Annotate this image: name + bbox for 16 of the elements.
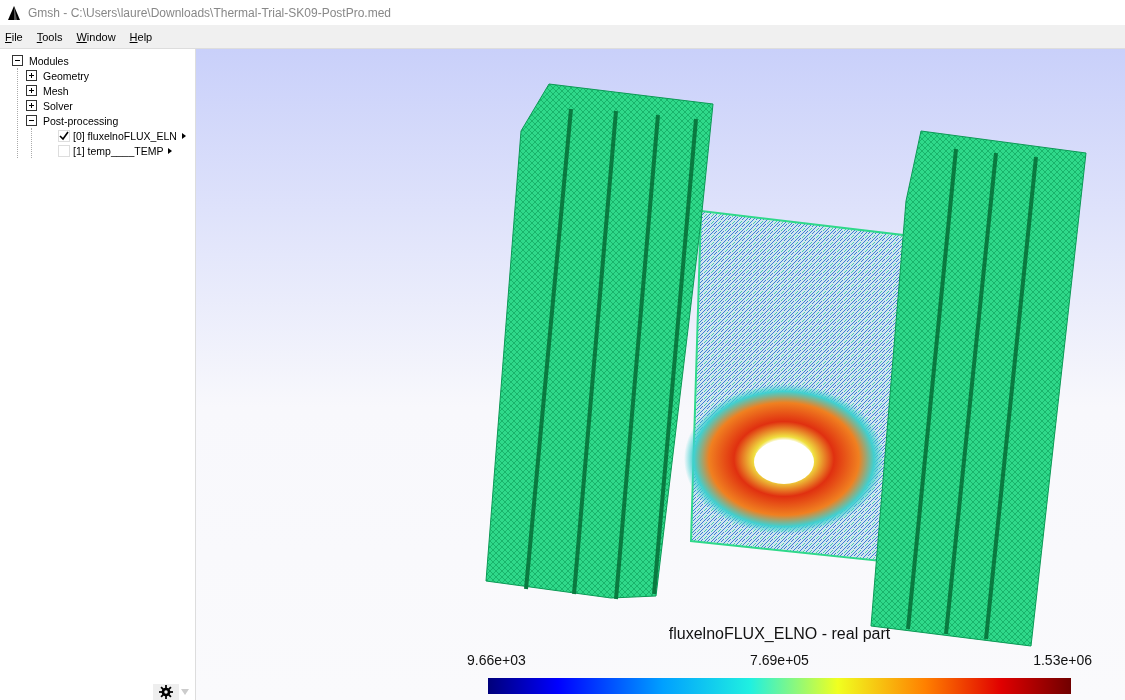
view-item[interactable]: [0] fluxelnoFLUX_ELN (73, 129, 177, 142)
tree-item[interactable]: Mesh (43, 84, 69, 97)
menu-item[interactable]: File (5, 30, 23, 43)
tree-item[interactable]: Solver (43, 99, 73, 112)
colorbar-min-label: 9.66e+03 (467, 652, 526, 668)
colorbar-title: fluxelnoFLUX_ELNO - real part (668, 625, 891, 643)
menu-item[interactable]: Tools (36, 30, 63, 43)
menu-item[interactable]: Help (129, 30, 153, 43)
tree-item[interactable]: Geometry (43, 69, 90, 82)
tree-item[interactable]: Post-processing (43, 114, 119, 127)
tree-item[interactable]: Modules (29, 54, 69, 67)
menu-item[interactable]: Window (76, 30, 116, 43)
colorbar-max-label: 1.53e+06 (1033, 652, 1092, 668)
colorbar-mid-label: 7.69e+05 (750, 652, 809, 668)
window-title: Gmsh - C:\Users\laure\Downloads\Thermal-Trial-SK09-PostPro.med (28, 5, 391, 20)
view-item[interactable]: [1] temp____TEMP (73, 144, 164, 157)
